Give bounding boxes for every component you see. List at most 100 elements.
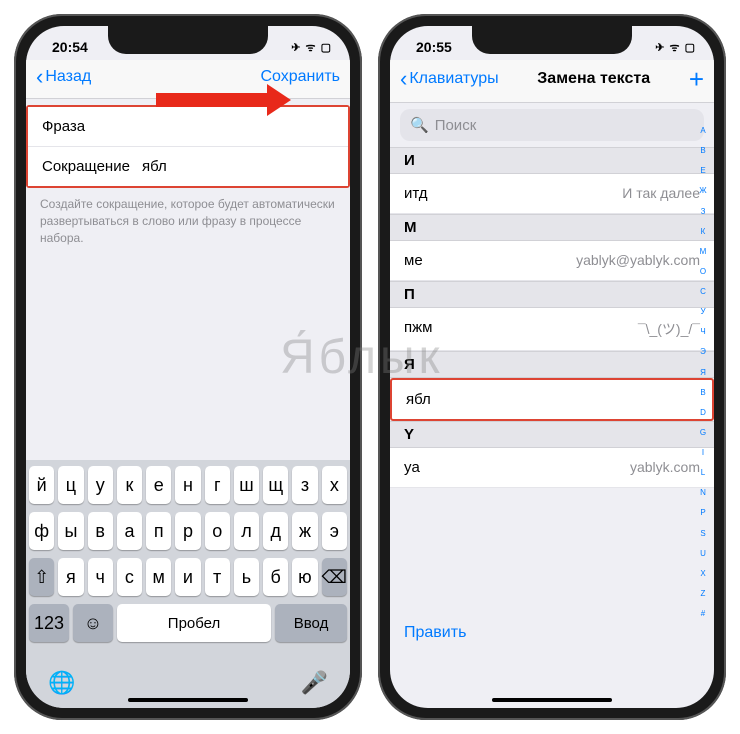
index-letter[interactable]: Я [696, 368, 710, 377]
index-letter[interactable]: В [696, 146, 710, 155]
key-ц[interactable]: ц [58, 466, 83, 504]
index-letter[interactable]: I [696, 448, 710, 457]
index-letter[interactable]: Э [696, 347, 710, 356]
list-row[interactable]: ya yablyk.com [390, 448, 714, 488]
section-header: И [390, 147, 714, 174]
index-letter[interactable]: Е [696, 166, 710, 175]
key-ю[interactable]: ю [292, 558, 317, 596]
back-button[interactable]: ‹ Назад [36, 66, 91, 88]
backspace-key[interactable]: ⌫ [322, 558, 347, 596]
key-з[interactable]: з [292, 466, 317, 504]
key-м[interactable]: м [146, 558, 171, 596]
shortcut-label: Сокращение [42, 158, 142, 175]
section-header: Я [390, 351, 714, 378]
key-ш[interactable]: ш [234, 466, 259, 504]
key-э[interactable]: э [322, 512, 347, 550]
index-letter[interactable]: U [696, 549, 710, 558]
list-row[interactable]: ябл [390, 378, 714, 421]
row-value: yablyk.com [630, 459, 700, 476]
index-letter[interactable]: P [696, 508, 710, 517]
key-и[interactable]: и [175, 558, 200, 596]
index-letter[interactable]: У [696, 307, 710, 316]
key-ы[interactable]: ы [58, 512, 83, 550]
key-в[interactable]: в [88, 512, 113, 550]
key-к[interactable]: к [117, 466, 142, 504]
index-letter[interactable]: К [696, 227, 710, 236]
shortcut-value: ябл [142, 158, 167, 175]
nav-bar: ‹ Клавиатуры Замена текста + [390, 60, 714, 103]
status-icons: ✈ ᯤ ▢ [655, 40, 696, 55]
index-letter[interactable]: О [696, 267, 710, 276]
key-123[interactable]: 123 [29, 604, 69, 642]
key-щ[interactable]: щ [263, 466, 288, 504]
key-б[interactable]: б [263, 558, 288, 596]
row-key: ya [404, 459, 420, 476]
row-key: ме [404, 252, 423, 269]
index-letter[interactable]: G [696, 428, 710, 437]
back-button[interactable]: ‹ Клавиатуры [400, 68, 499, 90]
index-letter[interactable]: Z [696, 589, 710, 598]
notch [472, 26, 632, 54]
search-icon: 🔍 [410, 116, 429, 134]
index-letter[interactable]: L [696, 468, 710, 477]
index-letter[interactable]: З [696, 207, 710, 216]
index-letter[interactable]: Ж [696, 186, 710, 195]
key-р[interactable]: р [175, 512, 200, 550]
index-letter[interactable]: X [696, 569, 710, 578]
row-value: ¯\_(ツ)_/¯ [638, 319, 700, 339]
home-indicator[interactable] [128, 698, 248, 702]
index-letter[interactable]: А [696, 126, 710, 135]
home-indicator[interactable] [492, 698, 612, 702]
add-button[interactable]: + [689, 66, 704, 92]
list-row[interactable]: ме yablyk@yablyk.com [390, 241, 714, 281]
key-е[interactable]: е [146, 466, 171, 504]
key-я[interactable]: я [58, 558, 83, 596]
edit-button[interactable]: Править [404, 624, 466, 642]
index-letter[interactable]: М [696, 247, 710, 256]
chevron-left-icon: ‹ [36, 66, 43, 88]
key-д[interactable]: д [263, 512, 288, 550]
key-ч[interactable]: ч [88, 558, 113, 596]
key-т[interactable]: т [205, 558, 230, 596]
notch [108, 26, 268, 54]
space-key[interactable]: Пробел [117, 604, 271, 642]
index-letter[interactable]: S [696, 529, 710, 538]
key-ж[interactable]: ж [292, 512, 317, 550]
key-с[interactable]: с [117, 558, 142, 596]
key-н[interactable]: н [175, 466, 200, 504]
row-value: yablyk@yablyk.com [576, 252, 700, 269]
search-placeholder: Поиск [435, 117, 477, 134]
index-letter[interactable]: С [696, 287, 710, 296]
row-key: итд [404, 185, 428, 202]
shift-key[interactable]: ⇧ [29, 558, 54, 596]
key-х[interactable]: х [322, 466, 347, 504]
hint-text: Создайте сокращение, которое будет автом… [26, 188, 350, 254]
key-й[interactable]: й [29, 466, 54, 504]
time: 20:54 [52, 39, 88, 55]
key-о[interactable]: о [205, 512, 230, 550]
list-row[interactable]: итдИ так далее [390, 174, 714, 214]
index-letter[interactable]: B [696, 388, 710, 397]
index-letter[interactable]: # [696, 609, 710, 618]
mic-icon[interactable]: 🎤 [301, 670, 328, 696]
key-п[interactable]: п [146, 512, 171, 550]
section-index[interactable]: А В Е Ж З К М О С У Ч Э Я B D G I L N P S U X Z # [696, 126, 710, 618]
replacement-list: ИитдИ так далееМмеyablyk@yablyk.comПпжм¯… [390, 147, 714, 488]
globe-icon[interactable]: 🌐 [48, 670, 75, 696]
list-row[interactable]: пжм¯\_(ツ)_/¯ [390, 308, 714, 351]
key-ь[interactable]: ь [234, 558, 259, 596]
page-title: Замена текста [499, 70, 689, 88]
shortcut-row[interactable]: Сокращение ябл [28, 147, 348, 186]
key-у[interactable]: у [88, 466, 113, 504]
search-field[interactable]: 🔍 Поиск [400, 109, 704, 141]
key-ф[interactable]: ф [29, 512, 54, 550]
index-letter[interactable]: N [696, 488, 710, 497]
enter-key[interactable]: Ввод [275, 604, 347, 642]
key-а[interactable]: а [117, 512, 142, 550]
key-л[interactable]: л [234, 512, 259, 550]
key-г[interactable]: г [205, 466, 230, 504]
index-letter[interactable]: Ч [696, 327, 710, 336]
index-letter[interactable]: D [696, 408, 710, 417]
emoji-key[interactable]: ☺ [73, 604, 113, 642]
keyboard[interactable]: йцукенгшщзх фывапролджэ ⇧ячсмитьбю⌫ 123 … [26, 460, 350, 708]
